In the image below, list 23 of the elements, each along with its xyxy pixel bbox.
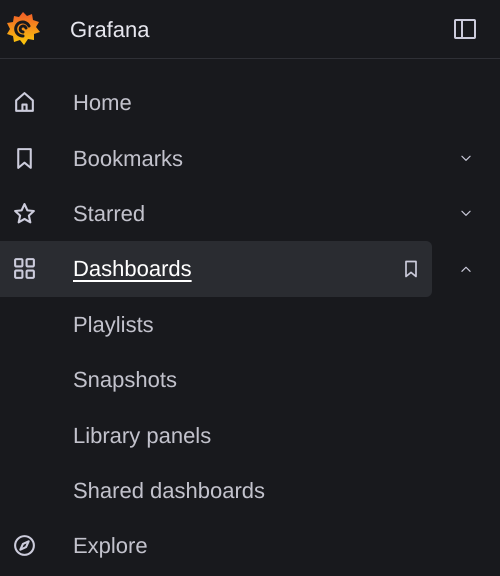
grid-icon bbox=[12, 256, 37, 282]
compass-icon bbox=[12, 533, 37, 558]
nav-label: Playlists bbox=[73, 310, 154, 339]
nav-item[interactable]: Starred bbox=[0, 186, 432, 242]
app-title: Grafana bbox=[70, 16, 150, 44]
nav-label: Dashboards bbox=[73, 255, 192, 284]
nav-label: Home bbox=[73, 89, 132, 118]
nav-label: Bookmarks bbox=[73, 144, 184, 173]
star-icon bbox=[12, 200, 37, 226]
nav-item[interactable]: Dashboards bbox=[0, 241, 432, 297]
nav-item[interactable]: Playlists bbox=[0, 296, 432, 352]
nav-label: Explore bbox=[73, 532, 148, 560]
nav-item[interactable]: Bookmarks bbox=[0, 130, 432, 186]
nav-label: Shared dashboards bbox=[73, 476, 266, 505]
nav-label: Snapshots bbox=[73, 366, 177, 394]
nav-item[interactable]: Shared dashboards bbox=[0, 462, 432, 518]
nav-label: Library panels bbox=[73, 422, 212, 450]
nav-item[interactable]: Library panels bbox=[0, 407, 432, 463]
nav-item[interactable]: Snapshots bbox=[0, 352, 432, 408]
dock-menu-button[interactable] bbox=[452, 16, 478, 42]
nav-item[interactable]: Explore bbox=[0, 518, 432, 574]
nav-item[interactable]: Home bbox=[0, 75, 432, 130]
nav-label: Starred bbox=[73, 200, 146, 228]
